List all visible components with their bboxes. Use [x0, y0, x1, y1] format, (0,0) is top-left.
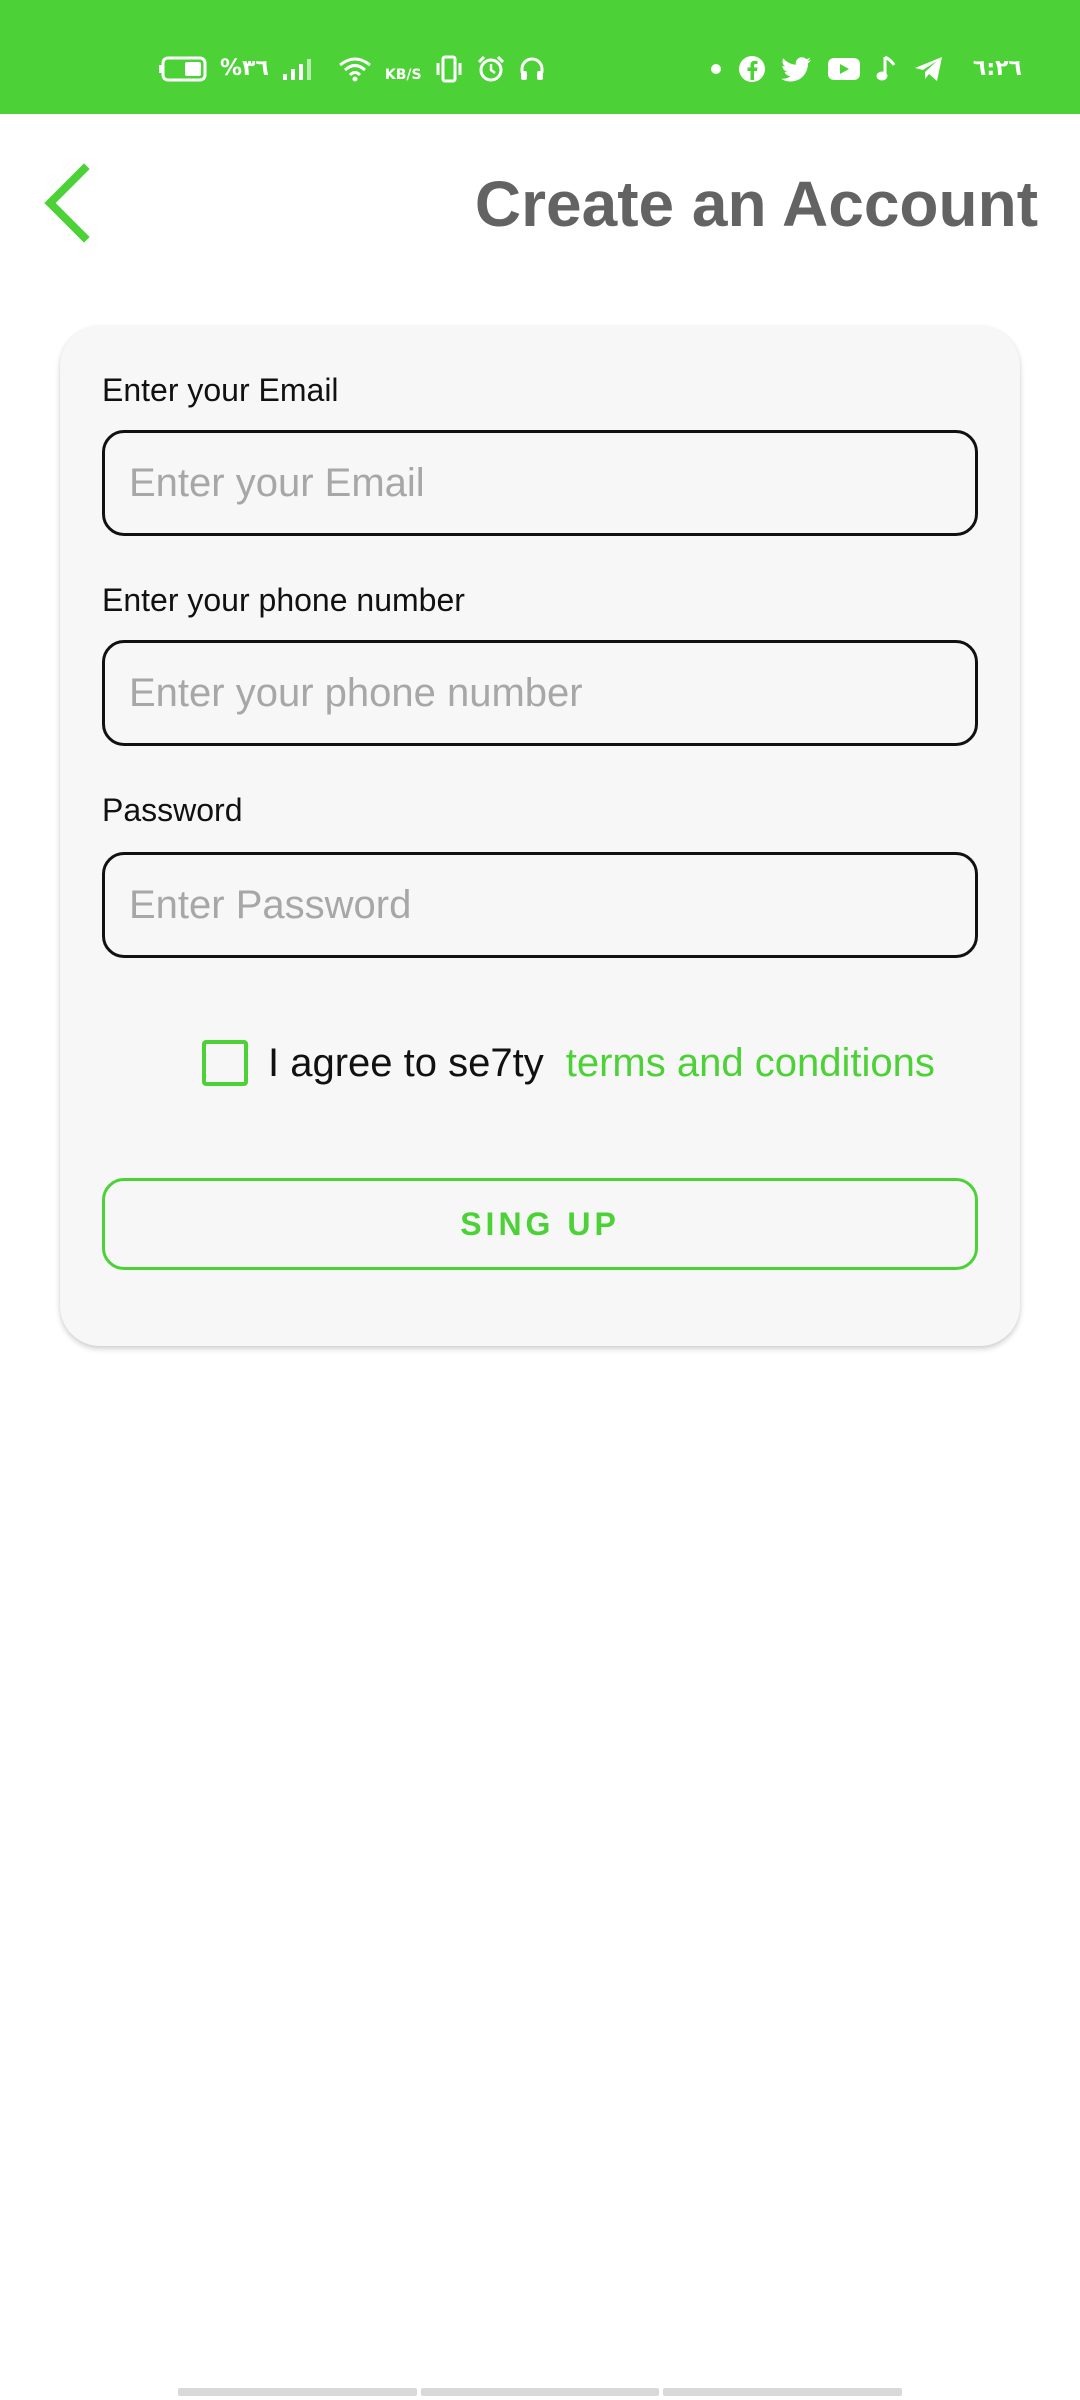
back-button[interactable] — [28, 158, 108, 248]
email-field[interactable] — [102, 430, 978, 536]
youtube-icon — [827, 56, 861, 82]
twitter-icon — [781, 55, 813, 83]
facebook-icon — [737, 54, 767, 84]
telegram-icon — [913, 55, 945, 83]
password-field[interactable] — [102, 852, 978, 958]
notification-dot-icon — [709, 62, 723, 76]
signup-form-card: Enter your Email Enter your phone number… — [60, 326, 1020, 1346]
terms-checkbox[interactable] — [202, 1040, 248, 1086]
signal-icon — [281, 56, 315, 82]
gesture-segment — [663, 2388, 903, 2396]
page-title: Create an Account — [474, 168, 1038, 240]
email-label: Enter your Email — [102, 372, 339, 408]
gesture-segment — [420, 2388, 660, 2396]
terms-agreement-row: I agree to se7ty terms and conditions — [202, 1038, 935, 1088]
music-note-icon — [875, 54, 899, 84]
status-bar-left: %٣٦ KB/S — [158, 46, 546, 92]
status-bar: %٣٦ KB/S ٦:٢٦ — [0, 0, 1080, 114]
status-bar-right: ٦:٢٦ — [709, 46, 1022, 92]
battery-percent: %٣٦ — [220, 56, 269, 81]
password-label: Password — [102, 792, 243, 828]
navigation-gesture-bar[interactable] — [178, 2388, 903, 2396]
status-time: ٦:٢٦ — [972, 56, 1022, 81]
headphones-icon — [518, 55, 546, 83]
agree-text: I agree to se7ty — [268, 1040, 544, 1085]
battery-icon — [158, 56, 208, 82]
wifi-icon — [337, 56, 373, 82]
gesture-segment — [178, 2388, 417, 2396]
phone-field[interactable] — [102, 640, 978, 746]
terms-and-conditions-link[interactable]: terms and conditions — [566, 1041, 935, 1086]
phone-label: Enter your phone number — [102, 582, 465, 618]
alarm-icon — [476, 55, 506, 83]
chevron-left-icon — [38, 161, 98, 245]
network-speed-unit: KB/S — [384, 67, 422, 83]
vibrate-icon — [434, 55, 464, 83]
sign-up-button[interactable]: SING UP — [102, 1178, 978, 1270]
